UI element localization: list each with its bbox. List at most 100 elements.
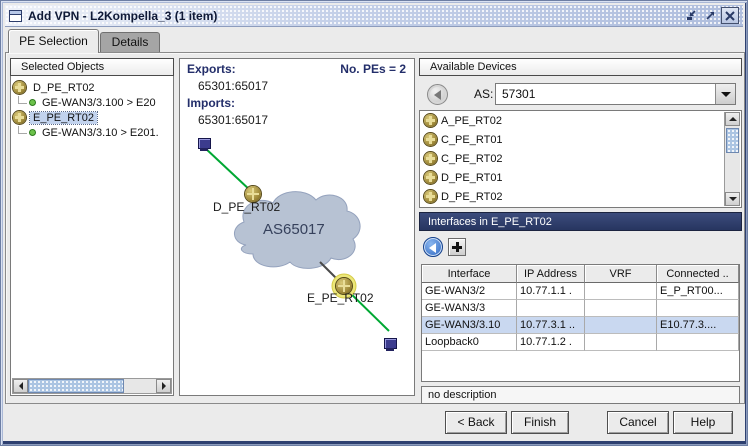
back-button[interactable]: < Back — [445, 411, 507, 434]
window-title: Add VPN - L2Kompella_3 (1 item) — [28, 9, 217, 23]
available-devices-panel: Available Devices AS: 57301 A_PE_RT02 C_… — [419, 58, 742, 208]
tree-node-d-pe-rt02[interactable]: D_PE_RT02 — [13, 80, 172, 95]
triangle-down-icon — [729, 197, 737, 205]
help-button[interactable]: Help — [673, 411, 733, 434]
router-icon — [424, 133, 437, 146]
as-combobox-value: 57301 — [496, 84, 715, 104]
cancel-button[interactable]: Cancel — [607, 411, 669, 434]
cell-ip: 10.77.3.1 .. — [517, 317, 585, 334]
selected-objects-panel: Selected Objects D_PE_RT02 GE-WAN3/3.100… — [10, 58, 174, 396]
tree-leaf-interface[interactable]: GE-WAN3/3.10 > E201. — [13, 125, 172, 140]
device-list[interactable]: A_PE_RT02 C_PE_RT01 C_PE_RT02 D_PE_RT01 … — [419, 110, 742, 208]
tab-pe-selection[interactable]: PE Selection — [8, 29, 99, 53]
maximize-icon — [704, 9, 717, 22]
interfaces-table[interactable]: Interface IP Address VRF Connected .. GE… — [421, 264, 740, 382]
cell-vrf — [585, 283, 657, 300]
tree-leaf-interface[interactable]: GE-WAN3/3.100 > E20 — [13, 95, 172, 110]
add-interface-button[interactable] — [448, 238, 466, 256]
scroll-right-button[interactable] — [156, 379, 171, 393]
column-header[interactable]: IP Address — [517, 265, 585, 283]
router-icon — [424, 114, 437, 127]
table-row-selected[interactable]: GE-WAN3/3.10 10.77.3.1 .. E10.77.3.... — [422, 317, 739, 334]
close-icon — [724, 10, 736, 22]
link-ce1-pe-d — [204, 147, 252, 192]
ce-device-icon[interactable] — [197, 138, 210, 151]
device-list-item[interactable]: D_PE_RT01 — [420, 168, 741, 187]
device-list-item[interactable]: E_PE_RT01 — [420, 206, 741, 208]
horizontal-scrollbar[interactable] — [12, 378, 172, 394]
ce-device-icon[interactable] — [383, 338, 396, 351]
tab-details[interactable]: Details — [100, 32, 160, 52]
dialog-window: Add VPN - L2Kompella_3 (1 item) — [0, 0, 748, 446]
column-header[interactable]: Interface — [422, 265, 517, 283]
cell-interface: Loopback0 — [422, 334, 517, 351]
pe-node-d-label: D_PE_RT02 — [213, 200, 280, 214]
cell-vrf — [585, 317, 657, 334]
cell-interface: GE-WAN3/3 — [422, 300, 517, 317]
scrollbar-track[interactable] — [124, 379, 156, 393]
interface-icon — [29, 129, 36, 136]
interfaces-panel: Interfaces in E_PE_RT02 Interface IP Add… — [419, 212, 742, 404]
scrollbar-thumb[interactable] — [28, 379, 124, 393]
pe-node-e-label: E_PE_RT02 — [307, 291, 374, 305]
tree-node-label-selected: E_PE_RT02 — [30, 112, 97, 124]
device-name: D_PE_RT02 — [441, 191, 503, 203]
router-icon — [424, 190, 437, 203]
as-combobox[interactable]: 57301 — [495, 83, 736, 105]
interfaces-header: Interfaces in E_PE_RT02 — [419, 212, 742, 231]
device-name: C_PE_RT01 — [441, 134, 503, 146]
title-bar[interactable]: Add VPN - L2Kompella_3 (1 item) — [5, 5, 743, 27]
selected-objects-tree[interactable]: D_PE_RT02 GE-WAN3/3.100 > E20 E_PE_RT02 … — [10, 76, 174, 396]
cell-interface: GE-WAN3/2 — [422, 283, 517, 300]
device-list-item[interactable]: C_PE_RT01 — [420, 130, 741, 149]
router-icon — [424, 152, 437, 165]
window-icon — [9, 10, 22, 22]
column-header[interactable]: Connected .. — [657, 265, 739, 283]
cell-connected — [657, 334, 739, 351]
window-controls — [683, 7, 743, 24]
cell-vrf — [585, 334, 657, 351]
tree-leaf-label: GE-WAN3/3.10 > E201. — [39, 127, 162, 139]
as-label: AS: — [474, 87, 493, 101]
available-devices-toolbar: AS: 57301 — [419, 82, 742, 106]
selected-objects-header: Selected Objects — [10, 58, 174, 76]
tree-node-label: D_PE_RT02 — [30, 82, 98, 94]
scroll-left-button[interactable] — [13, 379, 28, 393]
cell-ip: 10.77.1.2 . — [517, 334, 585, 351]
finish-button[interactable]: Finish — [511, 411, 569, 434]
device-list-item[interactable]: A_PE_RT02 — [420, 111, 741, 130]
minimize-button[interactable] — [683, 8, 699, 24]
close-button[interactable] — [721, 7, 739, 24]
triangle-up-icon — [729, 113, 737, 121]
column-header[interactable]: VRF — [585, 265, 657, 283]
available-devices-header: Available Devices — [419, 58, 742, 76]
device-name: D_PE_RT01 — [441, 172, 503, 184]
tab-content: Selected Objects D_PE_RT02 GE-WAN3/3.100… — [5, 52, 745, 404]
router-icon — [424, 171, 437, 184]
device-name: C_PE_RT02 — [441, 153, 503, 165]
move-left-button-disabled[interactable] — [427, 84, 448, 105]
scroll-down-button[interactable] — [725, 192, 740, 206]
triangle-left-icon — [15, 382, 23, 390]
move-left-button[interactable] — [423, 237, 443, 257]
tab-details-label: Details — [112, 35, 149, 49]
device-list-item[interactable]: D_PE_RT02 — [420, 187, 741, 206]
tree-node-e-pe-rt02[interactable]: E_PE_RT02 — [13, 110, 172, 125]
table-row[interactable]: GE-WAN3/2 10.77.1.1 . E_P_RT00... — [422, 283, 739, 300]
maximize-button[interactable] — [702, 8, 718, 24]
table-row[interactable]: Loopback0 10.77.1.2 . — [422, 334, 739, 351]
device-list-item[interactable]: C_PE_RT02 — [420, 149, 741, 168]
cell-ip: 10.77.1.1 . — [517, 283, 585, 300]
minimize-icon — [685, 9, 698, 22]
cell-connected — [657, 300, 739, 317]
cell-connected: E_P_RT00... — [657, 283, 739, 300]
topology-panel[interactable]: Exports: 65301:65017 Imports: 65301:6501… — [179, 58, 415, 396]
table-header-row: Interface IP Address VRF Connected .. — [422, 265, 739, 283]
table-row[interactable]: GE-WAN3/3 — [422, 300, 739, 317]
cell-connected: E10.77.3.... — [657, 317, 739, 334]
vertical-scrollbar[interactable] — [724, 112, 740, 206]
scrollbar-thumb[interactable] — [726, 128, 739, 153]
combo-arrow-icon[interactable] — [715, 84, 735, 104]
device-name: A_PE_RT02 — [441, 115, 502, 127]
scroll-up-button[interactable] — [725, 112, 740, 126]
